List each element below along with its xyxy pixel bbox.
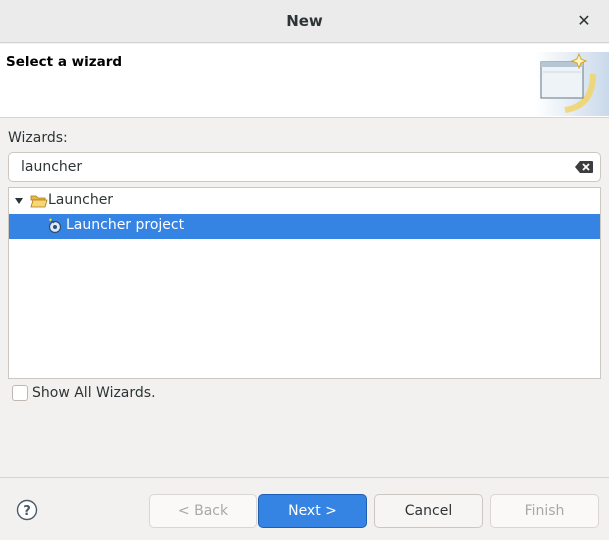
wizard-tree[interactable]: Launcher Launcher project bbox=[8, 187, 601, 379]
footer-divider bbox=[0, 477, 609, 478]
banner-title: Select a wizard bbox=[6, 54, 123, 70]
wizards-label: Wizards: bbox=[8, 130, 68, 146]
expander-arrow-icon[interactable] bbox=[15, 198, 23, 204]
back-button[interactable]: < Back bbox=[149, 494, 257, 528]
window-title: New bbox=[286, 12, 323, 30]
svg-text:?: ? bbox=[23, 504, 31, 519]
wizard-banner: Select a wizard bbox=[0, 44, 609, 118]
new-wizard-banner-icon bbox=[535, 52, 609, 116]
title-bar: New ✕ bbox=[0, 0, 609, 43]
show-all-wizards-label[interactable]: Show All Wizards. bbox=[32, 385, 156, 401]
launcher-project-icon bbox=[48, 218, 62, 234]
wizard-filter-field[interactable] bbox=[8, 152, 601, 182]
wizard-filter-input[interactable] bbox=[21, 157, 561, 177]
folder-open-icon bbox=[30, 195, 48, 208]
clear-text-icon[interactable] bbox=[574, 160, 594, 174]
finish-button[interactable]: Finish bbox=[490, 494, 599, 528]
cancel-button[interactable]: Cancel bbox=[374, 494, 483, 528]
close-icon[interactable]: ✕ bbox=[572, 10, 596, 32]
tree-item-launcher[interactable]: Launcher bbox=[9, 189, 600, 214]
show-all-wizards-checkbox[interactable] bbox=[12, 385, 28, 401]
tree-item-label: Launcher project bbox=[66, 217, 185, 233]
tree-item-label: Launcher bbox=[48, 192, 114, 208]
next-button[interactable]: Next > bbox=[258, 494, 367, 528]
help-icon[interactable]: ? bbox=[16, 499, 38, 521]
tree-item-launcher-project[interactable]: Launcher project bbox=[9, 214, 600, 239]
